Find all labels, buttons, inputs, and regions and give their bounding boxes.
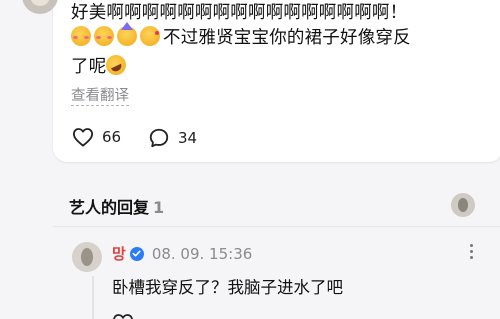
- smiling-face-with-hearts-icon: [94, 26, 114, 46]
- translate-link[interactable]: 查看翻译: [71, 87, 129, 106]
- heart-icon: [73, 128, 93, 147]
- verified-badge-icon: [129, 246, 144, 261]
- comment-button[interactable]: 34: [148, 127, 197, 149]
- reply-author-avatar[interactable]: [72, 242, 102, 272]
- rolling-on-floor-laughing-icon: [103, 51, 130, 79]
- post-text-segment: 了呢: [71, 57, 107, 77]
- reply-author-name[interactable]: 망: [112, 243, 126, 264]
- partial-like-icon: [112, 313, 134, 319]
- partying-face-icon: [117, 22, 137, 46]
- comment-icon: [149, 128, 169, 148]
- reply-timestamp: 08. 09. 15:36: [151, 244, 253, 263]
- artist-avatar-small[interactable]: [451, 193, 475, 217]
- post-text-line-3: 了呢: [71, 51, 461, 81]
- like-button[interactable]: 66: [72, 127, 121, 147]
- more-options-icon[interactable]: [470, 244, 474, 262]
- reply-header: 망 08. 09. 15:36: [112, 243, 252, 264]
- thread-line: [92, 276, 94, 319]
- post-text-segment: 不过雅贤宝宝你的裙子好像穿反: [163, 28, 411, 48]
- comment-count: 34: [178, 129, 198, 147]
- post-text-line-2: 不过雅贤宝宝你的裙子好像穿反: [71, 22, 461, 52]
- divider: [53, 226, 500, 227]
- like-count: 66: [102, 128, 122, 146]
- reply-text: 卧槽我穿反了？我脑子进水了吧: [112, 278, 343, 297]
- reply-count: 1: [153, 198, 165, 217]
- smiling-face-with-hearts-icon: [71, 26, 91, 46]
- kissing-face-icon: [140, 26, 160, 46]
- artist-replies-heading: 艺人的回复 1: [69, 194, 164, 218]
- section-title-text: 艺人的回复: [69, 198, 150, 217]
